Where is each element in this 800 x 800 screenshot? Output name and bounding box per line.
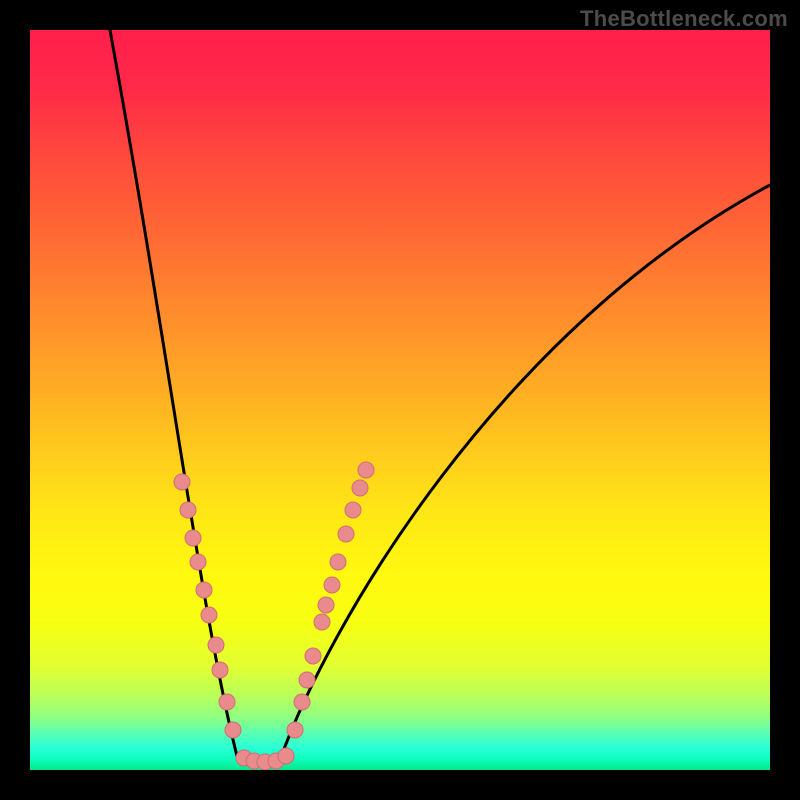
curve-marker: [318, 597, 334, 613]
curve-markers-group: [174, 462, 374, 770]
curve-marker: [201, 607, 217, 623]
curve-marker: [305, 648, 321, 664]
curve-marker: [185, 530, 201, 546]
curve-marker: [358, 462, 374, 478]
curve-marker: [212, 662, 228, 678]
curve-marker: [330, 554, 346, 570]
curve-marker: [352, 480, 368, 496]
curve-marker: [225, 722, 241, 738]
curve-svg: [30, 30, 770, 770]
watermark-text: TheBottleneck.com: [580, 6, 788, 32]
curve-marker: [314, 614, 330, 630]
bottleneck-curve: [110, 30, 770, 760]
curve-marker: [278, 748, 294, 764]
curve-marker: [174, 474, 190, 490]
curve-marker: [345, 502, 361, 518]
curve-marker: [219, 694, 235, 710]
curve-marker: [338, 526, 354, 542]
plot-area: [30, 30, 770, 770]
curve-marker: [294, 694, 310, 710]
curve-marker: [180, 502, 196, 518]
curve-marker: [190, 554, 206, 570]
curve-marker: [287, 722, 303, 738]
curve-marker: [299, 672, 315, 688]
curve-marker: [208, 637, 224, 653]
curve-marker: [324, 577, 340, 593]
curve-marker: [196, 582, 212, 598]
chart-frame: TheBottleneck.com: [0, 0, 800, 800]
